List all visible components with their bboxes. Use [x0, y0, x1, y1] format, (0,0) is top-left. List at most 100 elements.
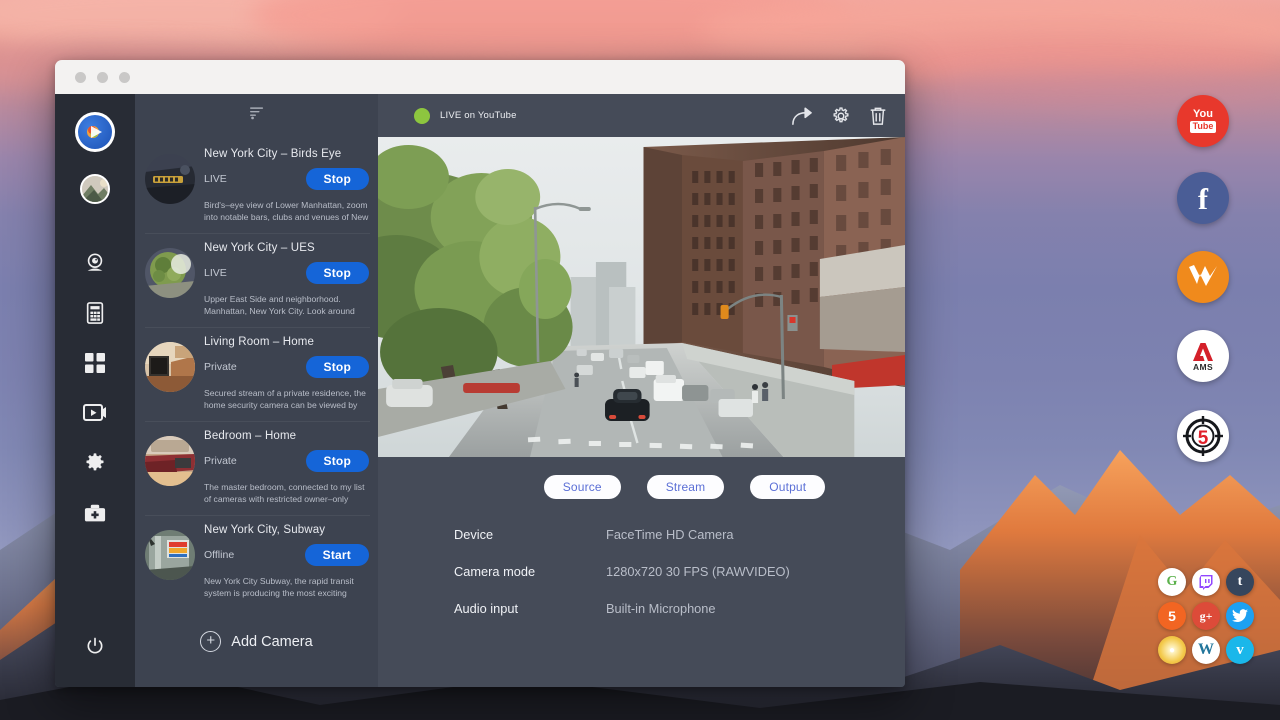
list-item[interactable]: Bedroom – Home Private Stop The master b…	[135, 421, 378, 515]
share-button[interactable]	[791, 106, 813, 126]
play-colorful-icon	[85, 122, 105, 142]
power-icon	[85, 636, 105, 656]
video-preview[interactable]	[378, 137, 905, 457]
live-status-badge: LIVE on YouTube	[414, 108, 517, 124]
twitter-dock-icon[interactable]	[1226, 602, 1254, 630]
info-value-device[interactable]: FaceTime HD Camera	[606, 527, 734, 542]
sidebar-item-diagnostics[interactable]	[76, 494, 114, 532]
sidebar-item-grid[interactable]	[76, 344, 114, 382]
application-window: New York City – Birds Eye LIVE Stop Bird…	[55, 60, 905, 687]
cloud	[930, 70, 1280, 110]
table-row: Camera mode 1280x720 30 FPS (RAWVIDEO)	[454, 564, 905, 579]
main-panel: LIVE on YouTube	[378, 94, 905, 687]
tumblr-dock-icon[interactable]: t	[1226, 568, 1254, 596]
camera-title: New York City, Subway	[204, 524, 369, 536]
avatar[interactable]	[80, 174, 110, 204]
wirecast-dock-icon[interactable]	[1177, 251, 1229, 303]
groupon-glyph: G	[1167, 574, 1178, 590]
settings-button[interactable]	[831, 106, 851, 126]
camera-description: The master bedroom, connected to my list…	[204, 481, 369, 506]
video-frame	[378, 137, 905, 457]
sidebar-item-monitor[interactable]	[76, 394, 114, 432]
app-logo[interactable]	[75, 112, 115, 152]
camera-status: Private	[204, 361, 237, 373]
tumblr-glyph: t	[1238, 574, 1243, 590]
rss5-glyph: 5	[1168, 608, 1176, 624]
sort-list-icon[interactable]	[249, 105, 265, 126]
camera-action-button[interactable]: Stop	[306, 168, 369, 190]
wordpress-dock-icon[interactable]: W	[1192, 636, 1220, 664]
trash-icon	[869, 106, 887, 126]
google-plus-glyph: g+	[1200, 609, 1213, 624]
camera-action-button[interactable]: Stop	[306, 450, 369, 472]
window-close-button[interactable]	[75, 72, 86, 83]
power-button[interactable]	[76, 627, 114, 665]
table-row: Audio input Built-in Microphone	[454, 601, 905, 616]
list-item[interactable]: New York City – UES LIVE Stop Upper East…	[135, 233, 378, 327]
info-label-audio-input: Audio input	[454, 601, 606, 616]
info-value-camera-mode[interactable]: 1280x720 30 FPS (RAWVIDEO)	[606, 564, 790, 579]
camera-description: Upper East Side and neighborhood. Manhat…	[204, 293, 369, 318]
camera-thumbnail	[145, 530, 195, 580]
toolbar-actions	[791, 106, 887, 126]
crosshair-icon: 5	[1181, 414, 1225, 458]
camera-meta: New York City, Subway Offline Start New …	[204, 524, 369, 600]
window-titlebar	[55, 60, 905, 94]
window-maximize-button[interactable]	[119, 72, 130, 83]
groupon-dock-icon[interactable]: G	[1158, 568, 1186, 596]
camera-status: LIVE	[204, 173, 227, 185]
main-toolbar: LIVE on YouTube	[378, 94, 905, 137]
device-list-icon	[85, 302, 105, 324]
twitch-glyph-icon	[1199, 575, 1213, 590]
list-item[interactable]: Living Room – Home Private Stop Secured …	[135, 327, 378, 421]
rss5-dock-icon[interactable]: 5	[1158, 602, 1186, 630]
tab-source[interactable]: Source	[544, 475, 621, 499]
camera-meta: Bedroom – Home Private Stop The master b…	[204, 430, 369, 506]
vimeo-dock-icon[interactable]: v	[1226, 636, 1254, 664]
add-camera-button[interactable]: + Add Camera	[135, 609, 378, 652]
desktop: New York City – Birds Eye LIVE Stop Bird…	[0, 0, 1280, 720]
camera-meta: New York City – Birds Eye LIVE Stop Bird…	[204, 148, 369, 224]
twitter-bird-icon	[1232, 609, 1248, 623]
list-item[interactable]: New York City – Birds Eye LIVE Stop Bird…	[135, 139, 378, 233]
camera-meta: New York City – UES LIVE Stop Upper East…	[204, 242, 369, 318]
youtube-dock-icon[interactable]: You Tube	[1177, 95, 1229, 147]
first-aid-kit-icon	[84, 503, 106, 523]
list-item[interactable]: New York City, Subway Offline Start New …	[135, 515, 378, 609]
sidebar-item-cameras[interactable]	[76, 244, 114, 282]
tab-output[interactable]: Output	[750, 475, 825, 499]
camera-status-row: Private Stop	[204, 450, 369, 472]
camera-status: Offline	[204, 549, 234, 561]
flare-dock-icon[interactable]: ●	[1158, 636, 1186, 664]
info-value-audio-input[interactable]: Built-in Microphone	[606, 601, 716, 616]
tab-stream[interactable]: Stream	[647, 475, 725, 499]
settings-tabs: Source Stream Output	[464, 457, 905, 499]
camera-description: New York City Subway, the rapid transit …	[204, 575, 369, 600]
add-camera-label: Add Camera	[231, 634, 312, 650]
delete-button[interactable]	[869, 106, 887, 126]
youtube-label-bottom: Tube	[1190, 121, 1217, 132]
target-five-dock-icon[interactable]: 5	[1177, 410, 1229, 462]
camera-title: New York City – Birds Eye	[204, 148, 369, 160]
vimeo-glyph: v	[1236, 643, 1244, 658]
adobe-ams-dock-icon[interactable]: AMS	[1177, 330, 1229, 382]
flare-glyph: ●	[1169, 645, 1175, 656]
sidebar-item-devices[interactable]	[76, 294, 114, 332]
camera-description: Bird's–eye view of Lower Manhattan, zoom…	[204, 199, 369, 224]
status-dot	[414, 108, 430, 124]
twitch-dock-icon[interactable]	[1192, 568, 1220, 596]
live-status-label: LIVE on YouTube	[440, 110, 517, 121]
camera-list-panel: New York City – Birds Eye LIVE Stop Bird…	[135, 94, 378, 687]
camera-description: Secured stream of a private residence, t…	[204, 387, 369, 412]
google-plus-dock-icon[interactable]: g+	[1192, 602, 1220, 630]
camera-title: Bedroom – Home	[204, 430, 369, 442]
facebook-dock-icon[interactable]: f	[1177, 172, 1229, 224]
camera-action-button[interactable]: Start	[305, 544, 369, 566]
camera-action-button[interactable]: Stop	[306, 262, 369, 284]
sidebar-item-settings[interactable]	[76, 444, 114, 482]
camera-status: Private	[204, 455, 237, 467]
camera-action-button[interactable]: Stop	[306, 356, 369, 378]
lightning-w-icon	[1186, 262, 1220, 292]
window-minimize-button[interactable]	[97, 72, 108, 83]
webcam-icon	[84, 252, 106, 274]
